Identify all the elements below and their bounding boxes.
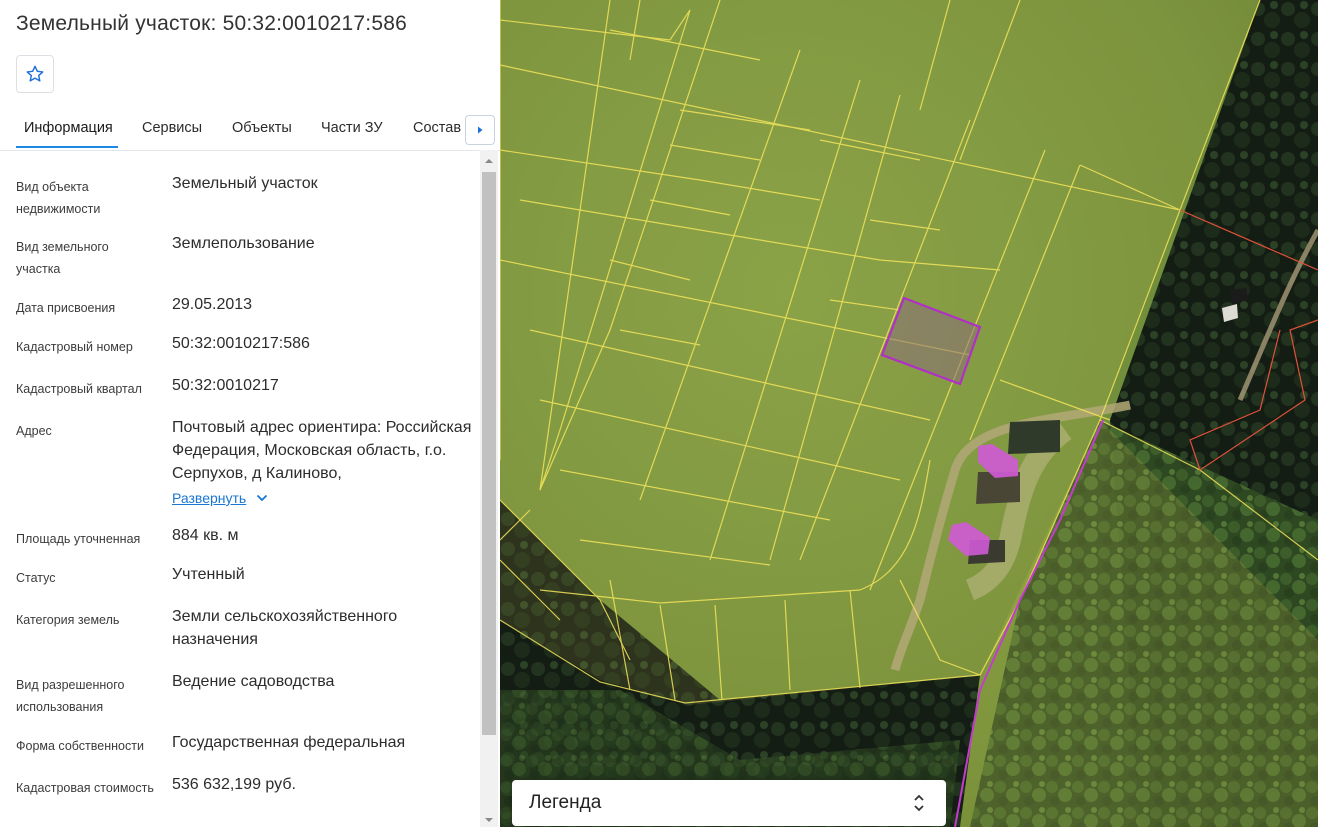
info-label: Адрес (16, 424, 52, 438)
map-canvas[interactable] (500, 0, 1318, 827)
info-value: 29.05.2013 (172, 296, 253, 313)
info-label: Кадастровая стоимость (16, 781, 154, 795)
building (1008, 420, 1060, 454)
info-value: Землепользование (172, 235, 315, 252)
tab-services[interactable]: Сервисы (142, 120, 202, 136)
tab-composition[interactable]: Состав (413, 120, 461, 136)
expand-label: Развернуть (172, 490, 247, 506)
info-value: Земельный участок (172, 175, 318, 192)
info-list: Вид объекта недвижимости Земельный участ… (0, 150, 480, 827)
info-label: Форма собственности (16, 739, 144, 753)
info-label: Кадастровый номер (16, 340, 133, 354)
caret-right-icon (478, 126, 483, 134)
scroll-down-icon[interactable] (482, 814, 496, 826)
info-value: 536 632,199 руб. (172, 776, 296, 793)
legend-dropdown[interactable]: Легенда (512, 780, 946, 826)
tab-info[interactable]: Информация (24, 120, 113, 136)
chevron-down-icon (257, 494, 268, 502)
info-label: Площадь уточненная (16, 532, 141, 546)
favorite-button[interactable] (16, 55, 54, 93)
info-label: Дата присвоения (16, 301, 116, 315)
info-value[interactable]: 50:32:0010217 (172, 374, 472, 397)
info-value[interactable]: 50:32:0010217:586 (172, 332, 472, 355)
chevron-up-down-icon (914, 794, 924, 812)
info-label: Вид объекта недвижимости (16, 180, 101, 216)
expand-address-link[interactable]: Развернуть (172, 490, 268, 506)
info-value: Учтенный (172, 566, 245, 583)
info-label: Статус (16, 571, 56, 585)
star-icon (26, 65, 44, 82)
info-label: Вид земельного участка (16, 240, 109, 276)
scroll-up-icon[interactable] (482, 155, 496, 167)
info-value: Земли сельскохозяйственного назначения (172, 608, 398, 648)
active-tab-indicator (16, 146, 118, 148)
info-label: Категория земель (16, 613, 120, 627)
info-value: Государственная федеральная (172, 734, 406, 751)
info-value: 884 кв. м (172, 527, 239, 544)
scrollbar-thumb[interactable] (482, 172, 496, 735)
tab-objects[interactable]: Объекты (232, 120, 292, 136)
tabs-scroll-right-button[interactable] (465, 115, 495, 145)
legend-label: Легенда (529, 792, 602, 813)
info-panel: Земельный участок: 50:32:0010217:586 Инф… (0, 0, 500, 827)
tab-parts[interactable]: Части ЗУ (321, 120, 383, 136)
page-title: Земельный участок: 50:32:0010217:586 (16, 12, 407, 35)
map-view[interactable] (500, 0, 1318, 827)
info-value: Ведение садоводства (172, 673, 335, 690)
info-label: Кадастровый квартал (16, 382, 142, 396)
info-label: Вид разрешенного использования (16, 678, 125, 714)
info-value: Почтовый адрес ориентира: Российская Фед… (172, 419, 472, 482)
tab-bar: Информация Сервисы Объекты Части ЗУ Сост… (0, 108, 500, 151)
